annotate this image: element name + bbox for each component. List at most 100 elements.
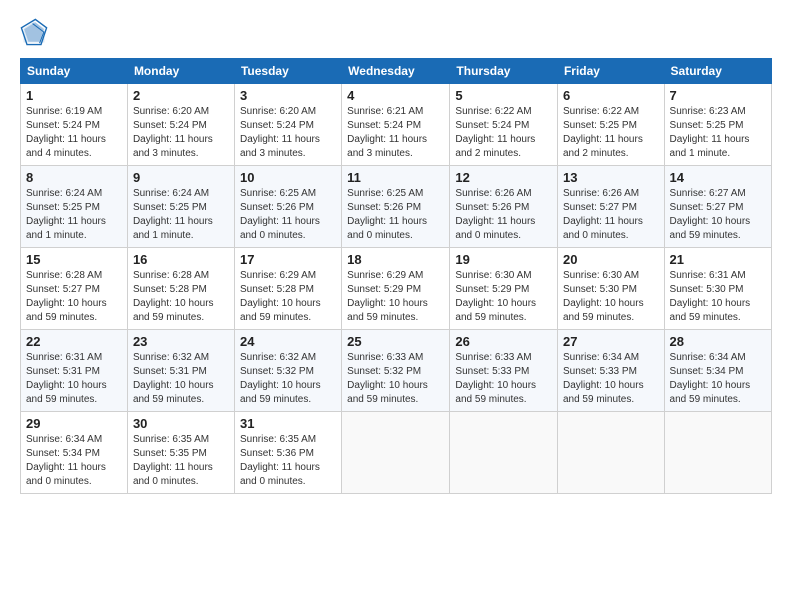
calendar-cell	[557, 412, 664, 494]
calendar-cell: 18 Sunrise: 6:29 AM Sunset: 5:29 PM Dayl…	[342, 248, 450, 330]
day-info: Sunrise: 6:28 AM Sunset: 5:27 PM Dayligh…	[26, 269, 122, 325]
calendar-cell: 27 Sunrise: 6:34 AM Sunset: 5:33 PM Dayl…	[557, 330, 664, 412]
weekday-header-wednesday: Wednesday	[342, 59, 450, 84]
day-info: Sunrise: 6:21 AM Sunset: 5:24 PM Dayligh…	[347, 105, 444, 161]
calendar-cell: 6 Sunrise: 6:22 AM Sunset: 5:25 PM Dayli…	[557, 84, 664, 166]
day-number: 7	[670, 88, 766, 103]
daylight-label: Daylight: 11 hours and 3 minutes.	[240, 134, 320, 159]
sunset-label: Sunset: 5:36 PM	[240, 448, 314, 459]
day-info: Sunrise: 6:20 AM Sunset: 5:24 PM Dayligh…	[133, 105, 229, 161]
sunset-label: Sunset: 5:27 PM	[670, 202, 744, 213]
sunrise-label: Sunrise: 6:33 AM	[455, 352, 531, 363]
daylight-label: Daylight: 10 hours and 59 minutes.	[563, 298, 644, 323]
day-number: 22	[26, 334, 122, 349]
sunrise-label: Sunrise: 6:24 AM	[26, 188, 102, 199]
daylight-label: Daylight: 10 hours and 59 minutes.	[347, 298, 428, 323]
calendar-cell: 2 Sunrise: 6:20 AM Sunset: 5:24 PM Dayli…	[127, 84, 234, 166]
sunset-label: Sunset: 5:31 PM	[26, 366, 100, 377]
sunrise-label: Sunrise: 6:34 AM	[670, 352, 746, 363]
day-number: 9	[133, 170, 229, 185]
sunrise-label: Sunrise: 6:25 AM	[347, 188, 423, 199]
sunset-label: Sunset: 5:25 PM	[26, 202, 100, 213]
daylight-label: Daylight: 10 hours and 59 minutes.	[240, 380, 321, 405]
calendar-cell: 1 Sunrise: 6:19 AM Sunset: 5:24 PM Dayli…	[21, 84, 128, 166]
day-info: Sunrise: 6:34 AM Sunset: 5:34 PM Dayligh…	[670, 351, 766, 407]
daylight-label: Daylight: 11 hours and 0 minutes.	[563, 216, 643, 241]
daylight-label: Daylight: 11 hours and 0 minutes.	[26, 462, 106, 487]
calendar-table: SundayMondayTuesdayWednesdayThursdayFrid…	[20, 58, 772, 494]
day-number: 31	[240, 416, 336, 431]
daylight-label: Daylight: 11 hours and 3 minutes.	[347, 134, 427, 159]
day-info: Sunrise: 6:33 AM Sunset: 5:32 PM Dayligh…	[347, 351, 444, 407]
daylight-label: Daylight: 10 hours and 59 minutes.	[133, 380, 214, 405]
weekday-header-sunday: Sunday	[21, 59, 128, 84]
calendar-cell: 23 Sunrise: 6:32 AM Sunset: 5:31 PM Dayl…	[127, 330, 234, 412]
sunset-label: Sunset: 5:24 PM	[133, 120, 207, 131]
day-number: 11	[347, 170, 444, 185]
day-info: Sunrise: 6:25 AM Sunset: 5:26 PM Dayligh…	[240, 187, 336, 243]
weekday-header-tuesday: Tuesday	[234, 59, 341, 84]
calendar-week-row: 22 Sunrise: 6:31 AM Sunset: 5:31 PM Dayl…	[21, 330, 772, 412]
calendar-cell	[342, 412, 450, 494]
sunset-label: Sunset: 5:24 PM	[347, 120, 421, 131]
daylight-label: Daylight: 10 hours and 59 minutes.	[563, 380, 644, 405]
daylight-label: Daylight: 10 hours and 59 minutes.	[670, 380, 751, 405]
weekday-header-monday: Monday	[127, 59, 234, 84]
daylight-label: Daylight: 10 hours and 59 minutes.	[455, 298, 536, 323]
daylight-label: Daylight: 10 hours and 59 minutes.	[670, 216, 751, 241]
sunrise-label: Sunrise: 6:32 AM	[240, 352, 316, 363]
daylight-label: Daylight: 11 hours and 0 minutes.	[133, 462, 213, 487]
day-number: 14	[670, 170, 766, 185]
daylight-label: Daylight: 10 hours and 59 minutes.	[670, 298, 751, 323]
day-number: 21	[670, 252, 766, 267]
day-info: Sunrise: 6:35 AM Sunset: 5:35 PM Dayligh…	[133, 433, 229, 489]
day-number: 6	[563, 88, 659, 103]
sunset-label: Sunset: 5:28 PM	[133, 284, 207, 295]
day-info: Sunrise: 6:25 AM Sunset: 5:26 PM Dayligh…	[347, 187, 444, 243]
sunrise-label: Sunrise: 6:32 AM	[133, 352, 209, 363]
day-number: 5	[455, 88, 552, 103]
daylight-label: Daylight: 11 hours and 1 minute.	[26, 216, 106, 241]
sunrise-label: Sunrise: 6:28 AM	[26, 270, 102, 281]
calendar-cell: 3 Sunrise: 6:20 AM Sunset: 5:24 PM Dayli…	[234, 84, 341, 166]
sunset-label: Sunset: 5:32 PM	[240, 366, 314, 377]
daylight-label: Daylight: 11 hours and 2 minutes.	[563, 134, 643, 159]
day-info: Sunrise: 6:32 AM Sunset: 5:32 PM Dayligh…	[240, 351, 336, 407]
day-number: 1	[26, 88, 122, 103]
daylight-label: Daylight: 11 hours and 2 minutes.	[455, 134, 535, 159]
sunrise-label: Sunrise: 6:21 AM	[347, 106, 423, 117]
daylight-label: Daylight: 10 hours and 59 minutes.	[455, 380, 536, 405]
calendar-cell: 22 Sunrise: 6:31 AM Sunset: 5:31 PM Dayl…	[21, 330, 128, 412]
sunset-label: Sunset: 5:30 PM	[670, 284, 744, 295]
calendar-week-row: 8 Sunrise: 6:24 AM Sunset: 5:25 PM Dayli…	[21, 166, 772, 248]
calendar-cell: 14 Sunrise: 6:27 AM Sunset: 5:27 PM Dayl…	[664, 166, 771, 248]
calendar-header-row: SundayMondayTuesdayWednesdayThursdayFrid…	[21, 59, 772, 84]
calendar-cell: 25 Sunrise: 6:33 AM Sunset: 5:32 PM Dayl…	[342, 330, 450, 412]
daylight-label: Daylight: 10 hours and 59 minutes.	[347, 380, 428, 405]
day-number: 26	[455, 334, 552, 349]
daylight-label: Daylight: 10 hours and 59 minutes.	[26, 380, 107, 405]
calendar-cell: 12 Sunrise: 6:26 AM Sunset: 5:26 PM Dayl…	[450, 166, 558, 248]
daylight-label: Daylight: 11 hours and 0 minutes.	[240, 462, 320, 487]
day-number: 2	[133, 88, 229, 103]
sunset-label: Sunset: 5:27 PM	[26, 284, 100, 295]
calendar-cell: 16 Sunrise: 6:28 AM Sunset: 5:28 PM Dayl…	[127, 248, 234, 330]
sunrise-label: Sunrise: 6:34 AM	[26, 434, 102, 445]
sunset-label: Sunset: 5:26 PM	[347, 202, 421, 213]
calendar-cell: 10 Sunrise: 6:25 AM Sunset: 5:26 PM Dayl…	[234, 166, 341, 248]
day-number: 17	[240, 252, 336, 267]
sunrise-label: Sunrise: 6:31 AM	[670, 270, 746, 281]
sunset-label: Sunset: 5:33 PM	[563, 366, 637, 377]
sunset-label: Sunset: 5:24 PM	[240, 120, 314, 131]
sunrise-label: Sunrise: 6:23 AM	[670, 106, 746, 117]
day-info: Sunrise: 6:34 AM Sunset: 5:33 PM Dayligh…	[563, 351, 659, 407]
daylight-label: Daylight: 10 hours and 59 minutes.	[133, 298, 214, 323]
sunrise-label: Sunrise: 6:35 AM	[240, 434, 316, 445]
calendar-cell: 11 Sunrise: 6:25 AM Sunset: 5:26 PM Dayl…	[342, 166, 450, 248]
sunrise-label: Sunrise: 6:26 AM	[563, 188, 639, 199]
sunrise-label: Sunrise: 6:26 AM	[455, 188, 531, 199]
calendar-cell: 15 Sunrise: 6:28 AM Sunset: 5:27 PM Dayl…	[21, 248, 128, 330]
daylight-label: Daylight: 11 hours and 0 minutes.	[347, 216, 427, 241]
day-info: Sunrise: 6:24 AM Sunset: 5:25 PM Dayligh…	[26, 187, 122, 243]
sunrise-label: Sunrise: 6:31 AM	[26, 352, 102, 363]
